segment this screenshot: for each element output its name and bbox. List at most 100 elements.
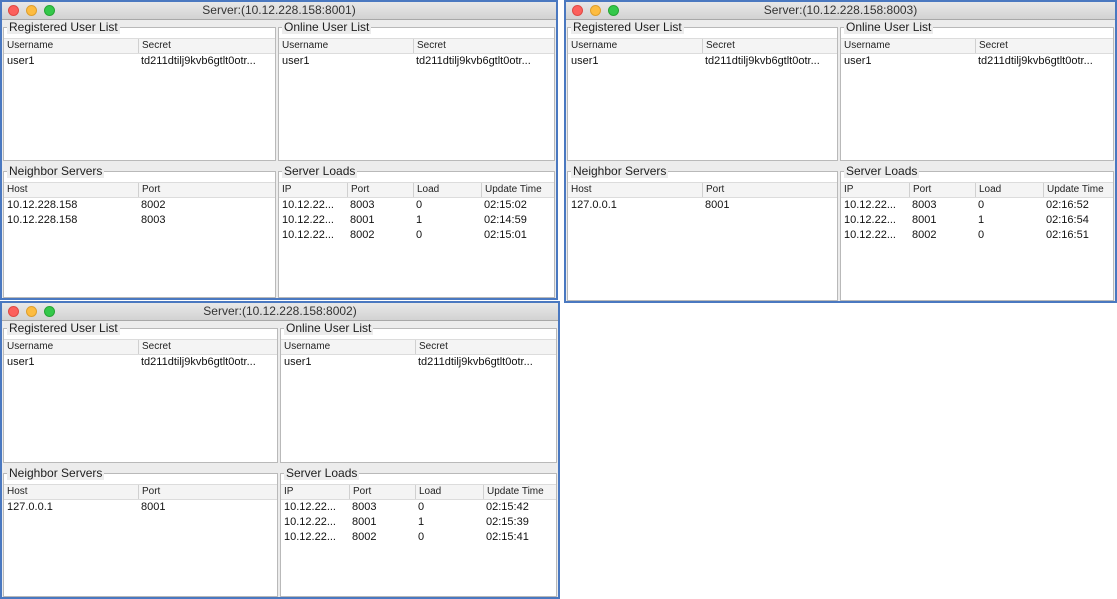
table-header: IP Port Load Update Time	[279, 182, 554, 198]
column-header[interactable]: Username	[841, 39, 975, 53]
column-header[interactable]: Update Time	[481, 183, 554, 197]
registered-user-panel-table[interactable]: Username Secret user1 td211dtilj9kvb6gtlt0o…	[4, 339, 277, 462]
column-header[interactable]: Host	[568, 183, 702, 197]
table-cell: 02:15:01	[484, 229, 527, 241]
neighbor-servers-panel-title: Neighbor Servers	[571, 164, 669, 178]
neighbor-servers-panel-table[interactable]: Host Port 127.0.0.1 8001	[568, 182, 837, 300]
table-row[interactable]: user1 td211dtilj9kvb6gtlt0otr...	[279, 54, 554, 69]
table-row[interactable]: user1 td211dtilj9kvb6gtlt0otr...	[281, 355, 556, 370]
column-header[interactable]: Port	[138, 485, 277, 499]
table-row[interactable]: 10.12.228.158 8003	[4, 213, 275, 228]
column-header[interactable]: Port	[138, 183, 275, 197]
registered-user-panel-table[interactable]: Username Secret user1 td211dtilj9kvb6gtlt0o…	[4, 38, 275, 160]
table-cell: 10.12.22...	[284, 501, 336, 513]
table-cell: 02:15:02	[484, 199, 527, 211]
table-row[interactable]: 10.12.22... 8002 0 02:16:51	[841, 228, 1113, 243]
table-row[interactable]: 10.12.22... 8003 0 02:16:52	[841, 198, 1113, 213]
table-cell: 10.12.22...	[282, 199, 334, 211]
server-window-8003: Server:(10.12.228.158:8003) Registered Us…	[564, 0, 1117, 303]
table-row[interactable]: user1 td211dtilj9kvb6gtlt0otr...	[568, 54, 837, 69]
column-header[interactable]: Update Time	[483, 485, 556, 499]
table-cell: 8003	[350, 199, 375, 211]
neighbor-servers-panel: Neighbor Servers Host Port 10.12.228.158 800…	[3, 164, 276, 298]
column-header[interactable]: Secret	[138, 340, 277, 354]
table-cell: 02:15:39	[486, 516, 529, 528]
column-header[interactable]: Load	[413, 183, 481, 197]
table-cell: 10.12.22...	[282, 214, 334, 226]
table-row[interactable]: 127.0.0.1 8001	[4, 500, 277, 515]
window-content: Registered User List Username Secret user1 t…	[566, 20, 1115, 301]
table-cell: 0	[416, 229, 423, 241]
column-header[interactable]: Username	[281, 340, 415, 354]
window-title: Server:(10.12.228.158:8001)	[202, 3, 356, 17]
column-header[interactable]: Port	[909, 183, 975, 197]
server-loads-panel-table[interactable]: IP Port Load Update Time 10.12.22... 8003 0 02:…	[279, 182, 554, 297]
column-header[interactable]: Username	[568, 39, 702, 53]
column-header[interactable]: Port	[347, 183, 413, 197]
table-row[interactable]: 10.12.22... 8001 1 02:14:59	[279, 213, 554, 228]
column-header[interactable]: Secret	[975, 39, 1113, 53]
table-row[interactable]: 10.12.22... 8001 1 02:15:39	[281, 515, 556, 530]
table-row[interactable]: 10.12.22... 8003 0 02:15:42	[281, 500, 556, 515]
column-header[interactable]: Secret	[138, 39, 275, 53]
table-row[interactable]: 10.12.22... 8003 0 02:15:02	[279, 198, 554, 213]
neighbor-servers-panel-table[interactable]: Host Port 10.12.228.158 8002 10.12.228.158 80…	[4, 182, 275, 297]
column-header[interactable]: IP	[841, 183, 909, 197]
table-cell: 02:16:52	[1046, 199, 1089, 211]
table-row[interactable]: 10.12.22... 8001 1 02:16:54	[841, 213, 1113, 228]
table-row[interactable]: 127.0.0.1 8001	[568, 198, 837, 213]
column-header[interactable]: Load	[975, 183, 1043, 197]
table-cell: user1	[284, 356, 312, 368]
column-header[interactable]: IP	[281, 485, 349, 499]
table-row[interactable]: 10.12.22... 8002 0 02:15:41	[281, 530, 556, 545]
table-cell: 1	[418, 516, 425, 528]
registered-user-panel-title: Registered User List	[571, 20, 684, 34]
table-row[interactable]: user1 td211dtilj9kvb6gtlt0otr...	[4, 355, 277, 370]
table-cell: user1	[844, 55, 872, 67]
column-header[interactable]: Update Time	[1043, 183, 1113, 197]
registered-user-panel-table[interactable]: Username Secret user1 td211dtilj9kvb6gtlt0o…	[568, 38, 837, 160]
server-loads-panel: Server Loads IP Port Load Update Time 10.12.2…	[278, 164, 555, 298]
table-cell: td211dtilj9kvb6gtlt0otr...	[418, 356, 533, 368]
column-header[interactable]: Host	[4, 183, 138, 197]
online-user-panel: Online User List Username Secret user1 td211…	[280, 321, 557, 463]
table-row[interactable]: 10.12.22... 8002 0 02:15:01	[279, 228, 554, 243]
table-cell: 8001	[352, 516, 377, 528]
online-user-panel-table[interactable]: Username Secret user1 td211dtilj9kvb6gtlt0o…	[281, 339, 556, 462]
column-header[interactable]: Secret	[702, 39, 837, 53]
registered-user-panel: Registered User List Username Secret user1 t…	[3, 321, 278, 463]
online-user-panel-table[interactable]: Username Secret user1 td211dtilj9kvb6gtlt0o…	[279, 38, 554, 160]
column-header[interactable]: Port	[702, 183, 837, 197]
title-bar[interactable]: Server:(10.12.228.158:8002)	[2, 303, 558, 321]
table-cell: 1	[416, 214, 423, 226]
table-cell: td211dtilj9kvb6gtlt0otr...	[141, 356, 256, 368]
table-cell: 127.0.0.1	[571, 199, 617, 211]
table-header: Username Secret	[279, 38, 554, 54]
table-cell: 02:14:59	[484, 214, 527, 226]
column-header[interactable]: Secret	[413, 39, 554, 53]
column-header[interactable]: Host	[4, 485, 138, 499]
column-header[interactable]: Load	[415, 485, 483, 499]
table-header: Username Secret	[568, 38, 837, 54]
server-window-8002: Server:(10.12.228.158:8002) Registered Us…	[0, 301, 560, 599]
column-header[interactable]: Username	[279, 39, 413, 53]
table-cell: 02:16:54	[1046, 214, 1089, 226]
table-row[interactable]: user1 td211dtilj9kvb6gtlt0otr...	[841, 54, 1113, 69]
table-header: Username Secret	[281, 339, 556, 355]
table-cell: td211dtilj9kvb6gtlt0otr...	[705, 55, 820, 67]
table-row[interactable]: user1 td211dtilj9kvb6gtlt0otr...	[4, 54, 275, 69]
column-header[interactable]: Username	[4, 39, 138, 53]
title-bar[interactable]: Server:(10.12.228.158:8003)	[566, 2, 1115, 20]
title-bar[interactable]: Server:(10.12.228.158:8001)	[2, 2, 556, 20]
online-user-panel-table[interactable]: Username Secret user1 td211dtilj9kvb6gtlt0o…	[841, 38, 1113, 160]
table-row[interactable]: 10.12.228.158 8002	[4, 198, 275, 213]
column-header[interactable]: Username	[4, 340, 138, 354]
column-header[interactable]: Port	[349, 485, 415, 499]
column-header[interactable]: IP	[279, 183, 347, 197]
table-cell: td211dtilj9kvb6gtlt0otr...	[416, 55, 531, 67]
neighbor-servers-panel-table[interactable]: Host Port 127.0.0.1 8001	[4, 484, 277, 596]
server-loads-panel-table[interactable]: IP Port Load Update Time 10.12.22... 8003 0 02:…	[281, 484, 556, 596]
column-header[interactable]: Secret	[415, 340, 556, 354]
server-loads-panel-table[interactable]: IP Port Load Update Time 10.12.22... 8003 0 02:…	[841, 182, 1113, 300]
table-cell: 8002	[141, 199, 166, 211]
